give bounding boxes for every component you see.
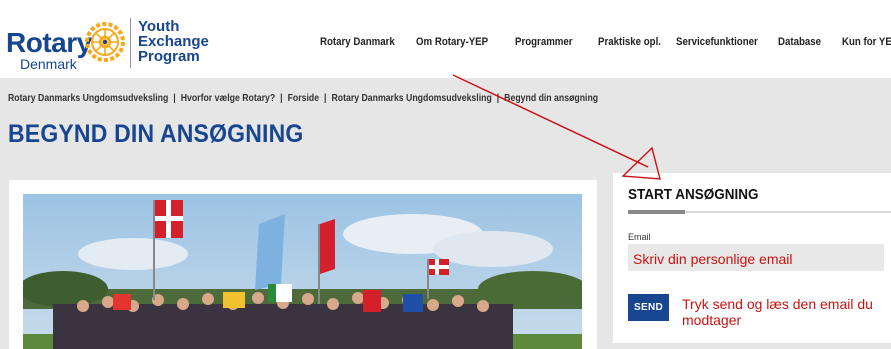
- breadcrumb-separator: |: [324, 92, 327, 104]
- breadcrumb-item[interactable]: Rotary Danmarks Ungdomsudveksling: [331, 92, 491, 104]
- send-button[interactable]: SEND: [628, 294, 669, 321]
- nav-item-rotary-danmark[interactable]: Rotary Danmark: [320, 36, 401, 48]
- logo-program-line1: Youth: [138, 18, 180, 35]
- nav-item-om-rotary-yep[interactable]: Om Rotary-YEP: [416, 36, 500, 48]
- nav-item-praktiske-opl[interactable]: Praktiske opl.: [598, 36, 663, 48]
- logo-divider: [130, 18, 131, 68]
- breadcrumb-item[interactable]: Rotary Danmarks Ungdomsudveksling: [8, 92, 168, 104]
- email-placeholder-annotation: Skriv din personlige email: [633, 251, 793, 267]
- form-title-underline-accent: [628, 210, 685, 214]
- form-title: START ANSØGNING: [628, 186, 759, 203]
- exchange-students-photo: [23, 194, 582, 349]
- nav-item-kun-for-yeoer[interactable]: Kun for YEO'er: [842, 36, 891, 48]
- email-label: Email: [628, 232, 651, 242]
- nav-item-servicefunktioner[interactable]: Servicefunktioner: [676, 36, 762, 48]
- breadcrumb: Rotary Danmarks Ungdomsudveksling | Hvorfo…: [8, 92, 598, 104]
- site-header: Rotary Denmark Youth Exchange Program Ro…: [0, 0, 891, 78]
- breadcrumb-current: Begynd din ansøgning: [504, 92, 599, 104]
- breadcrumb-item[interactable]: Forside: [288, 92, 319, 104]
- logo-rotary-text[interactable]: Rotary: [6, 27, 92, 59]
- nav-item-database[interactable]: Database: [778, 36, 831, 48]
- nav-item-programmer[interactable]: Programmer: [515, 36, 585, 48]
- send-hint-annotation: Tryk send og læs den email du modtager: [682, 296, 873, 328]
- main-nav: Rotary Danmark Om Rotary-YEP Programmer …: [320, 36, 891, 48]
- breadcrumb-separator: |: [280, 92, 283, 104]
- logo-program-line3: Program: [138, 48, 200, 65]
- logo-program-text[interactable]: Youth Exchange Program: [138, 19, 209, 64]
- breadcrumb-item[interactable]: Hvorfor vælge Rotary?: [181, 92, 275, 104]
- logo-program-line2: Exchange: [138, 33, 209, 50]
- breadcrumb-separator: |: [173, 92, 176, 104]
- logo-country-text: Denmark: [20, 56, 77, 72]
- breadcrumb-separator: |: [496, 92, 500, 104]
- rotary-wheel-icon[interactable]: [83, 20, 127, 64]
- page-title: BEGYND DIN ANSØGNING: [8, 120, 304, 148]
